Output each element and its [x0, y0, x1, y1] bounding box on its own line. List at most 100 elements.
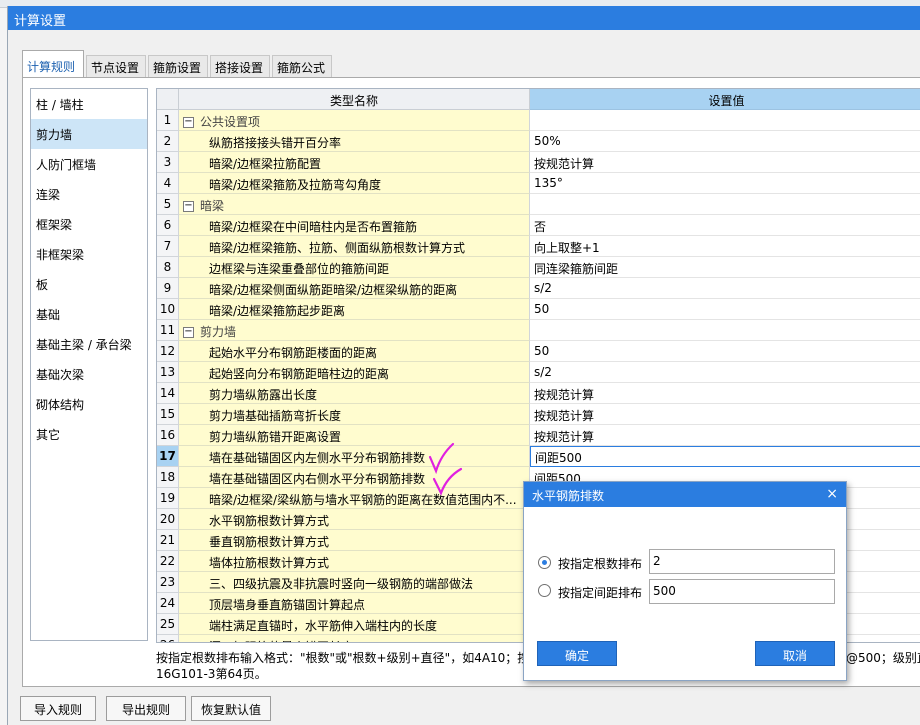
group-title: 暗梁 [200, 199, 225, 213]
setting-value-cell[interactable]: s/2 [530, 362, 920, 383]
setting-value-cell[interactable]: 按规范计算 [530, 404, 920, 425]
row-number: 16 [157, 425, 179, 446]
setting-value-cell[interactable]: 50 [530, 299, 920, 320]
setting-name-cell: 起始竖向分布钢筋距暗柱边的距离 [179, 362, 530, 383]
row-number: 5 [157, 194, 179, 215]
setting-value-cell[interactable]: 50 [530, 341, 920, 362]
radio-by-spacing[interactable] [538, 584, 551, 597]
category-item[interactable]: 基础次梁 [31, 359, 147, 389]
setting-value-cell[interactable]: 按规范计算 [530, 425, 920, 446]
setting-name-cell: 暗梁/边框梁/梁纵筋与墙水平钢筋的距离在数值范围内不... [179, 488, 530, 509]
group-title: 剪力墙 [200, 325, 237, 339]
row-number: 21 [157, 530, 179, 551]
row-number: 25 [157, 614, 179, 635]
setting-name-cell: 剪力墙基础插筋弯折长度 [179, 404, 530, 425]
grid-header-corner [157, 89, 179, 110]
setting-value-cell[interactable]: 否 [530, 215, 920, 236]
row-number: 23 [157, 572, 179, 593]
table-row[interactable]: 17 墙在基础锚固区内左侧水平分布钢筋排数 间距500 [157, 446, 920, 467]
tab-stirrup-settings[interactable]: 箍筋设置 [148, 55, 208, 77]
setting-value-cell[interactable] [530, 194, 920, 215]
category-item[interactable]: 非框架梁 [31, 239, 147, 269]
setting-value-cell[interactable]: 按规范计算 [530, 152, 920, 173]
ok-button[interactable]: 确定 [537, 641, 617, 666]
setting-name-cell: 边框梁与连梁重叠部位的箍筋间距 [179, 257, 530, 278]
collapse-icon[interactable]: − [183, 117, 194, 128]
table-row[interactable]: 15 剪力墙基础插筋弯折长度 按规范计算 [157, 404, 920, 425]
table-row[interactable]: 7 暗梁/边框梁箍筋、拉筋、侧面纵筋根数计算方式 向上取整+1 [157, 236, 920, 257]
row-number: 9 [157, 278, 179, 299]
setting-name-cell: 暗梁/边框梁箍筋及拉筋弯勾角度 [179, 173, 530, 194]
setting-name-cell: 墙体拉筋根数计算方式 [179, 551, 530, 572]
hint-line-1-tail: @500；级别直 [846, 651, 920, 665]
category-item[interactable]: 基础主梁 / 承台梁 [31, 329, 147, 359]
table-row[interactable]: 4 暗梁/边框梁箍筋及拉筋弯勾角度 135° [157, 173, 920, 194]
setting-value-cell[interactable] [530, 320, 920, 341]
category-item[interactable]: 连梁 [31, 179, 147, 209]
category-item[interactable]: 板 [31, 269, 147, 299]
table-row[interactable]: 13 起始竖向分布钢筋距暗柱边的距离 s/2 [157, 362, 920, 383]
setting-name-cell: 剪力墙纵筋露出长度 [179, 383, 530, 404]
table-row[interactable]: 14 剪力墙纵筋露出长度 按规范计算 [157, 383, 920, 404]
export-rules-button[interactable]: 导出规则 [106, 696, 186, 721]
restore-defaults-button[interactable]: 恢复默认值 [191, 696, 271, 721]
setting-value-cell[interactable] [530, 110, 920, 131]
category-item-selected[interactable]: 剪力墙 [31, 119, 147, 149]
row-number: 13 [157, 362, 179, 383]
setting-name-cell: 暗梁/边框梁拉筋配置 [179, 152, 530, 173]
tab-lap-settings[interactable]: 搭接设置 [210, 55, 270, 77]
spacing-input[interactable]: 500 [649, 579, 835, 604]
table-row[interactable]: 10 暗梁/边框梁箍筋起步距离 50 [157, 299, 920, 320]
row-number: 10 [157, 299, 179, 320]
table-row[interactable]: 9 暗梁/边框梁侧面纵筋距暗梁/边框梁纵筋的距离 s/2 [157, 278, 920, 299]
row-number: 14 [157, 383, 179, 404]
table-row[interactable]: 16 剪力墙纵筋错开距离设置 按规范计算 [157, 425, 920, 446]
category-item[interactable]: 柱 / 墙柱 [31, 89, 147, 119]
setting-name-cell: 暗梁/边框梁箍筋、拉筋、侧面纵筋根数计算方式 [179, 236, 530, 257]
row-number: 18 [157, 467, 179, 488]
table-row[interactable]: 3 暗梁/边框梁拉筋配置 按规范计算 [157, 152, 920, 173]
import-rules-button[interactable]: 导入规则 [20, 696, 96, 721]
close-icon[interactable]: × [826, 486, 838, 502]
setting-value-cell[interactable]: 同连梁箍筋间距 [530, 257, 920, 278]
setting-value-cell[interactable]: 向上取整+1 [530, 236, 920, 257]
table-row[interactable]: 2 纵筋搭接接头错开百分率 50% [157, 131, 920, 152]
setting-name-cell: 洞口加强筋的最小锚固长度 [179, 635, 530, 642]
tab-stirrup-formula[interactable]: 箍筋公式 [272, 55, 332, 77]
table-group-row[interactable]: 1− 公共设置项 [157, 110, 920, 131]
table-group-row[interactable]: 11− 剪力墙 [157, 320, 920, 341]
group-title: 公共设置项 [200, 115, 261, 129]
row-number: 26 [157, 635, 179, 642]
table-row[interactable]: 6 暗梁/边框梁在中间暗柱内是否布置箍筋否 [157, 215, 920, 236]
group-name-cell: − 剪力墙 [179, 320, 530, 341]
collapse-icon[interactable]: − [183, 201, 194, 212]
setting-value-cell[interactable]: 50% [530, 131, 920, 152]
row-number: 4 [157, 173, 179, 194]
cancel-button[interactable]: 取消 [755, 641, 835, 666]
category-item[interactable]: 框架梁 [31, 209, 147, 239]
radio-by-count[interactable] [538, 556, 551, 569]
table-row[interactable]: 12 起始水平分布钢筋距楼面的距离 50 [157, 341, 920, 362]
setting-value-cell[interactable]: s/2 [530, 278, 920, 299]
table-row[interactable]: 8 边框梁与连梁重叠部位的箍筋间距 同连梁箍筋间距 [157, 257, 920, 278]
setting-value-cell[interactable]: 135° [530, 173, 920, 194]
grid-header-value: 设置值 [530, 89, 920, 110]
setting-name-cell: 墙在基础锚固区内右侧水平分布钢筋排数 [179, 467, 530, 488]
setting-value-cell[interactable]: 按规范计算 [530, 383, 920, 404]
tab-node-settings[interactable]: 节点设置 [86, 55, 146, 77]
count-input[interactable]: 2 [649, 549, 835, 574]
row-number: 22 [157, 551, 179, 572]
setting-name-cell: 三、四级抗震及非抗震时竖向一级钢筋的端部做法 [179, 572, 530, 593]
row-number: 8 [157, 257, 179, 278]
tab-calc-rules[interactable]: 计算规则 [22, 50, 84, 78]
setting-name-cell: 端柱满足直锚时，水平筋伸入端柱内的长度 [179, 614, 530, 635]
table-group-row[interactable]: 5− 暗梁 [157, 194, 920, 215]
category-item[interactable]: 砌体结构 [31, 389, 147, 419]
setting-value-cell-editing[interactable]: 间距500 [530, 446, 920, 467]
row-number: 7 [157, 236, 179, 257]
category-item[interactable]: 基础 [31, 299, 147, 329]
category-item[interactable]: 人防门框墙 [31, 149, 147, 179]
collapse-icon[interactable]: − [183, 327, 194, 338]
category-item[interactable]: 其它 [31, 419, 147, 449]
row-number: 1 [157, 110, 179, 131]
